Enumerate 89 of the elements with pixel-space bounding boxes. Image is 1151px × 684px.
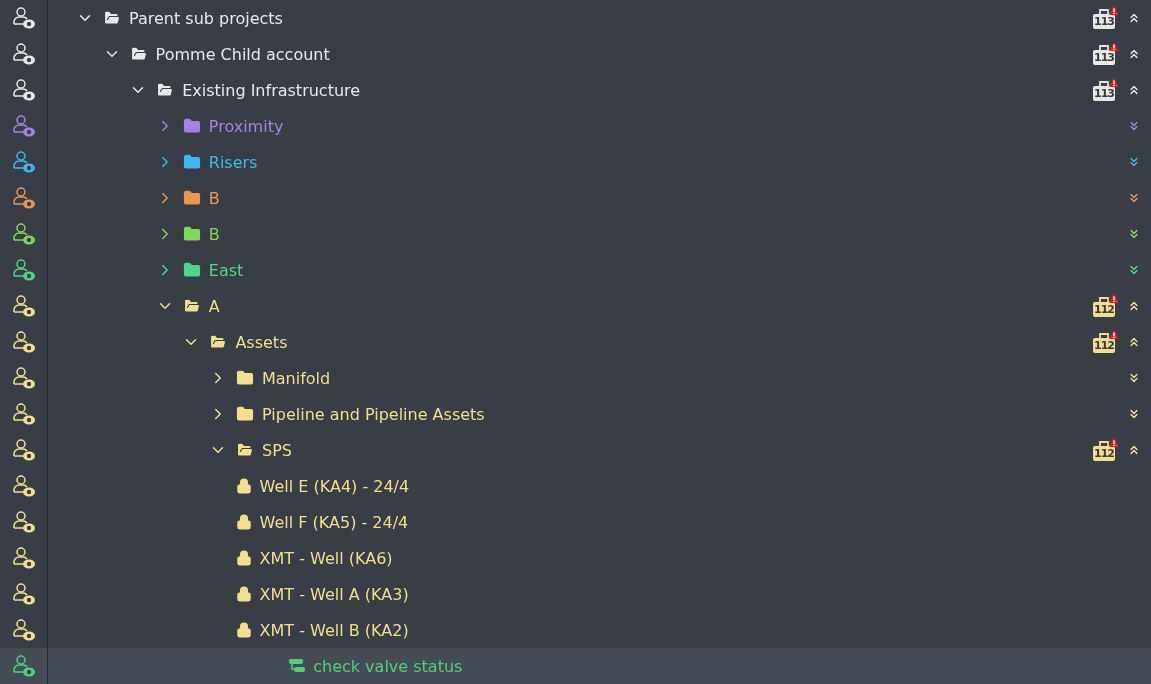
user-eye-icon <box>10 473 37 499</box>
lock-icon <box>235 622 252 638</box>
user-eye-icon <box>10 437 37 463</box>
chevrons-down-icon[interactable] <box>1127 155 1141 169</box>
briefcase-badge: 112 <box>1093 446 1115 461</box>
chevrons-down-icon[interactable] <box>1127 119 1141 133</box>
folder-open-icon <box>209 333 228 351</box>
warning-icon <box>1109 42 1119 51</box>
tree-item-label[interactable]: Parent sub projects <box>129 8 283 28</box>
tree-item-label[interactable]: Assets <box>235 332 288 352</box>
lock-icon <box>235 478 252 494</box>
user-eye-icon <box>10 653 37 679</box>
user-eye-icon <box>10 617 37 643</box>
chevrons-up-icon[interactable] <box>1127 443 1141 457</box>
user-eye-icon <box>10 113 37 139</box>
briefcase-handle-icon <box>1099 333 1109 338</box>
tree-item-label[interactable]: East <box>208 260 244 280</box>
folder-open-icon <box>182 297 201 315</box>
briefcase-handle-icon <box>1099 45 1109 50</box>
user-eye-icon <box>10 185 37 211</box>
user-eye-icon <box>10 257 37 283</box>
folder-icon <box>182 153 201 171</box>
tree-item-label[interactable]: B <box>208 224 220 244</box>
warning-icon <box>1109 78 1119 87</box>
folder-open-icon <box>129 45 148 63</box>
folder-icon <box>182 189 201 207</box>
folder-icon <box>182 117 201 135</box>
tree-item-label[interactable]: Well E (KA4) - 24/4 <box>259 476 410 496</box>
warning-icon <box>1109 294 1119 303</box>
user-eye-icon <box>10 329 37 355</box>
briefcase-badge: 113 <box>1093 50 1115 65</box>
tree-item-label[interactable]: Existing Infrastructure <box>182 80 361 100</box>
briefcase-badge: 112 <box>1093 338 1115 353</box>
folder-open-icon <box>236 441 254 459</box>
user-eye-icon <box>10 545 37 571</box>
warning-icon <box>1109 6 1119 15</box>
briefcase-badge: 113 <box>1093 86 1115 101</box>
chevrons-down-icon[interactable] <box>1127 191 1141 205</box>
chevrons-up-icon[interactable] <box>1127 299 1141 313</box>
briefcase-handle-icon <box>1099 297 1109 302</box>
user-eye-icon <box>10 41 37 67</box>
tree-item-label[interactable]: Well F (KA5) - 24/4 <box>259 512 409 532</box>
user-eye-icon <box>10 77 37 103</box>
user-eye-icon <box>10 221 37 247</box>
folder-open-icon <box>103 9 121 27</box>
selected-row[interactable]: check valve status <box>0 648 1151 684</box>
tree-item-label[interactable]: XMT - Well (KA6) <box>259 548 393 568</box>
lock-icon <box>235 514 252 530</box>
chevrons-up-icon[interactable] <box>1127 335 1141 349</box>
user-eye-icon <box>10 149 37 175</box>
folder-icon <box>236 369 254 387</box>
folder-open-icon <box>156 81 175 99</box>
tree-item-label[interactable]: B <box>208 188 220 208</box>
tree-item-label[interactable]: A <box>208 296 220 316</box>
warning-icon <box>1109 438 1119 447</box>
tree-item-label[interactable]: Pomme Child account <box>155 44 330 64</box>
tree-item-label[interactable]: Pipeline and Pipeline Assets <box>262 404 485 424</box>
chevrons-down-icon[interactable] <box>1127 227 1141 241</box>
chevrons-down-icon[interactable] <box>1127 263 1141 277</box>
briefcase-handle-icon <box>1099 9 1109 14</box>
tree-item-label[interactable]: XMT - Well A (KA3) <box>259 584 409 604</box>
task-icon <box>289 659 306 673</box>
folder-icon <box>182 225 201 243</box>
chevrons-up-icon[interactable] <box>1127 11 1141 25</box>
user-eye-icon <box>10 365 37 391</box>
folder-icon <box>236 405 254 423</box>
warning-icon <box>1109 330 1119 339</box>
user-eye-icon <box>10 581 37 607</box>
briefcase-handle-icon <box>1099 441 1109 446</box>
lock-icon <box>235 586 252 602</box>
user-eye-icon <box>10 401 37 427</box>
briefcase-badge: 112 <box>1093 302 1115 317</box>
tree-item-label[interactable]: Manifold <box>262 368 331 388</box>
chevrons-up-icon[interactable] <box>1127 83 1141 97</box>
user-eye-icon <box>10 5 37 31</box>
briefcase-badge: 113 <box>1093 14 1115 29</box>
tree-item-label[interactable]: Risers <box>208 152 258 172</box>
tree-item-label[interactable]: XMT - Well B (KA2) <box>259 620 409 640</box>
tree-item-label[interactable]: SPS <box>262 440 292 460</box>
briefcase-handle-icon <box>1099 81 1109 86</box>
user-eye-icon <box>10 293 37 319</box>
chevrons-up-icon[interactable] <box>1127 47 1141 61</box>
chevrons-down-icon[interactable] <box>1127 371 1141 385</box>
chevrons-down-icon[interactable] <box>1127 407 1141 421</box>
lock-icon <box>235 550 252 566</box>
folder-icon <box>182 261 201 279</box>
user-eye-icon <box>10 509 37 535</box>
tree-item-label[interactable]: check valve status <box>313 656 463 676</box>
tree-item-label[interactable]: Proximity <box>208 116 284 136</box>
